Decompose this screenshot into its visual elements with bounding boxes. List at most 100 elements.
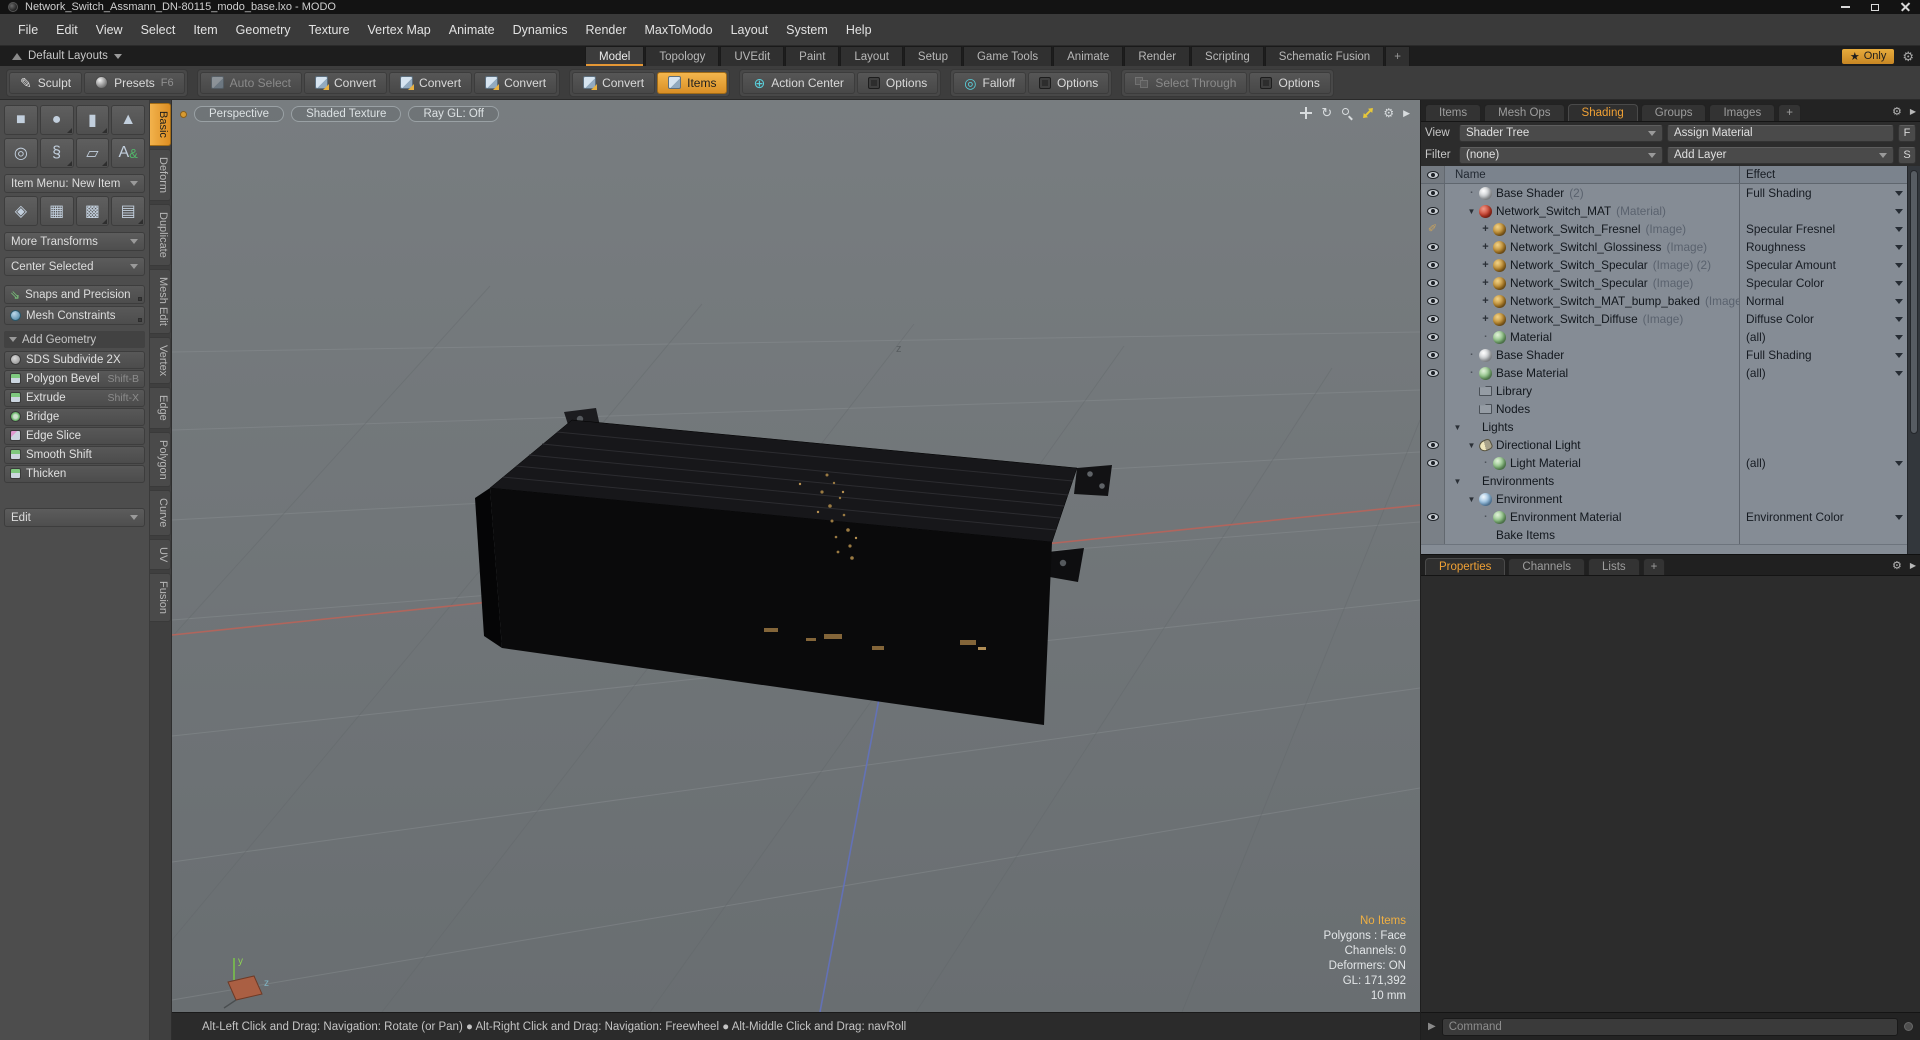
visibility-cell[interactable]	[1421, 184, 1445, 202]
tree-row-bake-items-19[interactable]: Bake Items	[1421, 526, 1920, 544]
eye-icon[interactable]	[1426, 441, 1439, 449]
tree-row-environment-17[interactable]: ▼ Environment	[1421, 490, 1920, 508]
tool-tab-vertex[interactable]: Vertex	[150, 336, 171, 384]
pan-icon[interactable]	[1300, 107, 1313, 119]
tree-scrollbar[interactable]	[1907, 166, 1920, 554]
viewport-raygl-button[interactable]: Ray GL: Off	[408, 106, 499, 122]
effect-dropdown-icon[interactable]	[1895, 190, 1903, 196]
tree-row-environments-16[interactable]: ▼ Environments	[1421, 472, 1920, 490]
menu-edit[interactable]: Edit	[47, 14, 87, 45]
default-layouts-dropdown[interactable]: Default Layouts	[12, 50, 122, 62]
tree-row-network-switch-specular-5[interactable]: + Network_Switch_Specular (Image) Specular …	[1421, 274, 1920, 292]
panel-flyout-icon[interactable]: ▶	[1910, 107, 1916, 116]
options-button[interactable]: Options	[1027, 71, 1110, 94]
viewport-camera-button[interactable]: Perspective	[194, 106, 285, 122]
tree-row-base-shader-0[interactable]: ▪ Base Shader (2) Full Shading	[1421, 184, 1920, 202]
view-mode-dropdown[interactable]: Shader Tree	[1459, 124, 1663, 142]
transform-gizmo-icon[interactable]: ◈	[4, 196, 38, 226]
tree-row-environment-material-18[interactable]: ▪ Environment Material Environment Color	[1421, 508, 1920, 526]
tool-tab-basic[interactable]: Basic	[150, 103, 171, 146]
zoom-icon[interactable]	[1341, 107, 1354, 121]
bridge-button[interactable]: Bridge	[4, 408, 145, 426]
effect-cell[interactable]	[1739, 400, 1907, 418]
effect-dropdown-icon[interactable]	[1895, 370, 1903, 376]
eye-icon[interactable]	[1426, 189, 1439, 197]
panel-tab-images[interactable]: Images	[1709, 104, 1776, 121]
expander-dot-icon[interactable]: ▪	[1479, 514, 1492, 520]
layout-tab-paint[interactable]: Paint	[785, 46, 840, 66]
eye-icon[interactable]	[1426, 279, 1439, 287]
rotate-icon[interactable]: ↻	[1321, 105, 1332, 121]
bottom-tab-lists[interactable]: Lists	[1588, 558, 1640, 575]
bottom-tab-add[interactable]: +	[1642, 558, 1666, 575]
viewport-mode-dot-icon[interactable]	[180, 110, 187, 118]
effect-cell[interactable]: Specular Amount	[1739, 256, 1907, 274]
visibility-cell[interactable]	[1421, 508, 1445, 526]
tool-tab-fusion[interactable]: Fusion	[150, 573, 171, 623]
layout-tab-render[interactable]: Render	[1124, 46, 1191, 66]
effect-dropdown-icon[interactable]	[1895, 280, 1903, 286]
bottom-gear-icon[interactable]: ⚙	[1892, 559, 1902, 572]
bottom-flyout-icon[interactable]: ▶	[1910, 561, 1916, 570]
tree-row-base-shader-9[interactable]: ▪ Base Shader Full Shading	[1421, 346, 1920, 364]
expander-plus-icon[interactable]: +	[1479, 313, 1492, 325]
panel-tab-add[interactable]: +	[1778, 104, 1801, 121]
thicken-button[interactable]: Thicken	[4, 465, 145, 483]
extrude-button[interactable]: Extrude Shift-X	[4, 389, 145, 407]
effect-dropdown-icon[interactable]	[1895, 334, 1903, 340]
tree-row-lights-13[interactable]: ▼ Lights	[1421, 418, 1920, 436]
visibility-cell[interactable]	[1421, 364, 1445, 382]
tree-row-nodes-12[interactable]: Nodes	[1421, 400, 1920, 418]
convert-button[interactable]: Convert	[304, 71, 388, 94]
layout-tab-topology[interactable]: Topology	[645, 46, 720, 66]
expander-plus-icon[interactable]: +	[1479, 259, 1492, 271]
eye-icon[interactable]	[1426, 333, 1439, 341]
viewport-gear-icon[interactable]: ⚙	[1383, 106, 1394, 120]
mesh-constraints-button[interactable]: Mesh Constraints	[4, 306, 145, 325]
visibility-cell[interactable]	[1421, 526, 1445, 544]
expander-dot-icon[interactable]: ▪	[1465, 190, 1478, 196]
eye-icon[interactable]	[1426, 207, 1439, 215]
tool-tab-polygon[interactable]: Polygon	[150, 431, 171, 488]
layout-tab-add[interactable]: +	[1385, 46, 1410, 66]
presets-button[interactable]: Presets F6	[84, 71, 185, 94]
effect-cell[interactable]	[1739, 418, 1907, 436]
visibility-cell[interactable]	[1421, 436, 1445, 454]
menu-texture[interactable]: Texture	[300, 14, 359, 45]
layout-tab-scripting[interactable]: Scripting	[1191, 46, 1264, 66]
layout-tab-schematic-fusion[interactable]: Schematic Fusion	[1264, 46, 1385, 66]
sphere-primitive-icon[interactable]: ●	[39, 105, 74, 135]
visibility-cell[interactable]	[1421, 238, 1445, 256]
tree-row-material-8[interactable]: ▪ Material (all)	[1421, 328, 1920, 346]
texture-checker-cube-icon[interactable]: ▩	[75, 196, 110, 226]
effect-dropdown-icon[interactable]	[1895, 244, 1903, 250]
expander-down-icon[interactable]: ▼	[1465, 495, 1478, 504]
expander-down-icon[interactable]: ▼	[1451, 477, 1464, 486]
panel-tab-mesh-ops[interactable]: Mesh Ops	[1484, 104, 1565, 121]
effect-dropdown-icon[interactable]	[1895, 226, 1903, 232]
effect-dropdown-icon[interactable]	[1895, 262, 1903, 268]
visibility-cell[interactable]	[1421, 274, 1445, 292]
visibility-cell[interactable]	[1421, 310, 1445, 328]
menu-maxtomodo[interactable]: MaxToModo	[636, 14, 722, 45]
visibility-cell[interactable]	[1421, 454, 1445, 472]
command-history-dot-icon[interactable]	[1904, 1022, 1913, 1031]
effect-cell[interactable]: (all)	[1739, 364, 1907, 382]
layout-tab-uvedit[interactable]: UVEdit	[720, 46, 785, 66]
menu-vertex-map[interactable]: Vertex Map	[359, 14, 440, 45]
eye-icon[interactable]	[1426, 297, 1439, 305]
eye-icon[interactable]	[1426, 243, 1439, 251]
close-button[interactable]	[1890, 0, 1920, 14]
menu-render[interactable]: Render	[577, 14, 636, 45]
helix-primitive-icon[interactable]: §	[39, 138, 74, 168]
effect-dropdown-icon[interactable]	[1895, 316, 1903, 322]
eye-icon[interactable]	[1426, 315, 1439, 323]
sds-subdivide-2x-button[interactable]: SDS Subdivide 2X	[4, 351, 145, 369]
menu-system[interactable]: System	[777, 14, 837, 45]
command-flyout-icon[interactable]: ▶	[1428, 1021, 1436, 1032]
options-button[interactable]: Options	[1249, 71, 1331, 94]
visibility-cell[interactable]	[1421, 472, 1445, 490]
menu-select[interactable]: Select	[132, 14, 185, 45]
visibility-cell[interactable]	[1421, 328, 1445, 346]
falloff-button[interactable]: ◎ Falloff	[953, 71, 1026, 94]
